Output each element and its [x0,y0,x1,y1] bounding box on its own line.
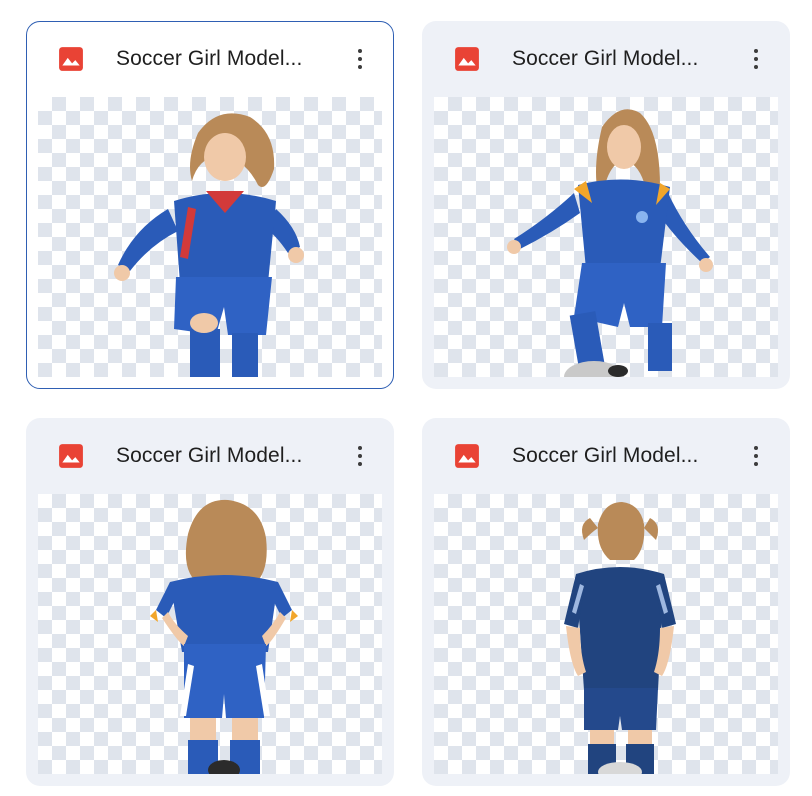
file-thumbnail[interactable] [434,97,778,377]
soccer-girl-image [507,109,713,377]
file-title: Soccer Girl Model... [116,444,303,467]
file-grid: Soccer Girl Model... Soccer Girl Model..… [0,0,812,796]
soccer-girl-image [114,113,304,377]
file-card-header: Soccer Girl Model... [422,21,790,97]
file-title: Soccer Girl Model... [512,444,699,467]
file-thumbnail[interactable] [434,494,778,774]
image-file-icon [59,47,83,71]
file-title: Soccer Girl Model... [116,47,303,70]
image-file-icon [455,444,479,468]
more-vert-icon[interactable] [342,436,378,476]
file-card[interactable]: Soccer Girl Model... [26,418,394,786]
file-card-header: Soccer Girl Model... [26,418,394,494]
soccer-girl-image [150,499,298,774]
more-vert-icon[interactable] [342,39,378,79]
file-thumbnail[interactable] [38,97,382,377]
file-card[interactable]: Soccer Girl Model... [26,21,394,389]
file-card[interactable]: Soccer Girl Model... [422,21,790,389]
image-file-icon [59,444,83,468]
more-vert-icon[interactable] [738,39,774,79]
file-card-header: Soccer Girl Model... [422,418,790,494]
file-card[interactable]: Soccer Girl Model... [422,418,790,786]
file-title: Soccer Girl Model... [512,47,699,70]
file-card-header: Soccer Girl Model... [27,22,393,97]
soccer-girl-image [564,502,676,774]
image-file-icon [455,47,479,71]
file-thumbnail[interactable] [38,494,382,774]
more-vert-icon[interactable] [738,436,774,476]
